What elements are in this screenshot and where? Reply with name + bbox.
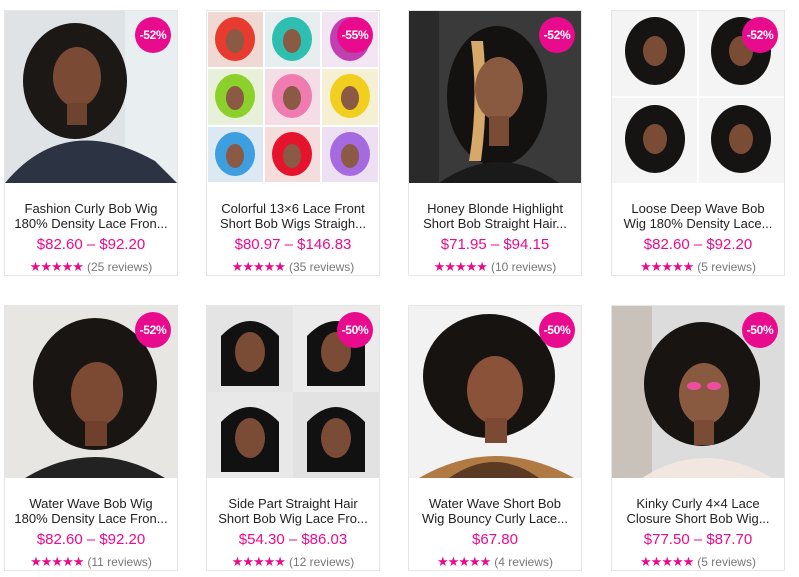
product-title[interactable]: Fashion Curly Bob Wig 180% Density Lace F… xyxy=(11,201,171,231)
product-price: $77.50 – $87.70 xyxy=(643,531,753,548)
star-rating-icon: ★★★★★ xyxy=(29,259,84,274)
star-rating-icon: ★★★★★ xyxy=(433,259,488,274)
product-price: $71.95 – $94.15 xyxy=(440,236,550,253)
product-card[interactable]: -50% Water Wave Short Bob Wig Bouncy Curl… xyxy=(408,305,582,571)
product-title[interactable]: Side Part Straight Hair Short Bob Wig Lac… xyxy=(213,496,373,526)
discount-badge: -50% xyxy=(539,312,575,348)
product-title[interactable]: Kinky Curly 4×4 Lace Closure Short Bob Wi… xyxy=(618,496,778,526)
rating: ★★★★★ (5 reviews) xyxy=(612,259,784,275)
product-card[interactable]: -50% Side Part Straight Hair Short Bob Wi… xyxy=(206,305,380,571)
review-count[interactable]: (4 reviews) xyxy=(494,555,553,569)
product-card[interactable]: -52% Water Wave Bob Wig 180% Density Lace… xyxy=(4,305,178,571)
product-price: $82.60 – $92.20 xyxy=(36,236,146,253)
review-count[interactable]: (5 reviews) xyxy=(697,260,756,274)
discount-badge: -52% xyxy=(135,312,171,348)
product-card[interactable]: -52% Fashion Curly Bob Wig 180% Density L… xyxy=(4,10,178,276)
rating: ★★★★★ (25 reviews) xyxy=(5,259,177,275)
review-count[interactable]: (25 reviews) xyxy=(87,260,152,274)
product-card[interactable]: -52% Loose Deep Wave Bob Wig 180% Density… xyxy=(611,10,785,276)
product-card[interactable]: -50% Kinky Curly 4×4 Lace Closure Short B… xyxy=(611,305,785,571)
star-rating-icon: ★★★★★ xyxy=(640,554,694,569)
star-rating-icon: ★★★★★ xyxy=(640,259,694,274)
rating: ★★★★★ (4 reviews) xyxy=(409,554,581,570)
review-count[interactable]: (35 reviews) xyxy=(289,260,354,274)
discount-badge: -50% xyxy=(337,312,373,348)
product-card[interactable]: -55% Colorful 13×6 Lace Front Short Bob W… xyxy=(206,10,380,276)
star-rating-icon: ★★★★★ xyxy=(231,554,286,569)
discount-badge: -55% xyxy=(337,17,373,53)
product-card[interactable]: -52% Honey Blonde Highlight Short Bob Str… xyxy=(408,10,582,276)
rating: ★★★★★ (11 reviews) xyxy=(5,554,177,570)
discount-badge: -52% xyxy=(742,17,778,53)
review-count[interactable]: (12 reviews) xyxy=(289,555,354,569)
discount-badge: -52% xyxy=(135,17,171,53)
discount-badge: -50% xyxy=(742,312,778,348)
product-title[interactable]: Colorful 13×6 Lace Front Short Bob Wigs S… xyxy=(213,201,373,231)
product-title[interactable]: Honey Blonde Highlight Short Bob Straight… xyxy=(415,201,575,231)
review-count[interactable]: (10 reviews) xyxy=(491,260,556,274)
product-price: $82.60 – $92.20 xyxy=(643,236,753,253)
review-count[interactable]: (11 reviews) xyxy=(87,555,151,569)
product-title[interactable]: Water Wave Short Bob Wig Bouncy Curly Lac… xyxy=(415,496,575,526)
star-rating-icon: ★★★★★ xyxy=(30,554,84,569)
discount-badge: -52% xyxy=(539,17,575,53)
rating: ★★★★★ (5 reviews) xyxy=(612,554,784,570)
star-rating-icon: ★★★★★ xyxy=(437,554,491,569)
product-price: $54.30 – $86.03 xyxy=(238,531,348,548)
product-price: $82.60 – $92.20 xyxy=(36,531,146,548)
review-count[interactable]: (5 reviews) xyxy=(697,555,756,569)
product-price: $67.80 xyxy=(472,531,518,548)
rating: ★★★★★ (12 reviews) xyxy=(207,554,379,570)
rating: ★★★★★ (35 reviews) xyxy=(207,259,379,275)
star-rating-icon: ★★★★★ xyxy=(231,259,286,274)
product-title[interactable]: Loose Deep Wave Bob Wig 180% Density Lace… xyxy=(618,201,778,231)
product-price: $80.97 – $146.83 xyxy=(234,236,352,253)
product-title[interactable]: Water Wave Bob Wig 180% Density Lace Fron… xyxy=(11,496,171,526)
rating: ★★★★★ (10 reviews) xyxy=(409,259,581,275)
